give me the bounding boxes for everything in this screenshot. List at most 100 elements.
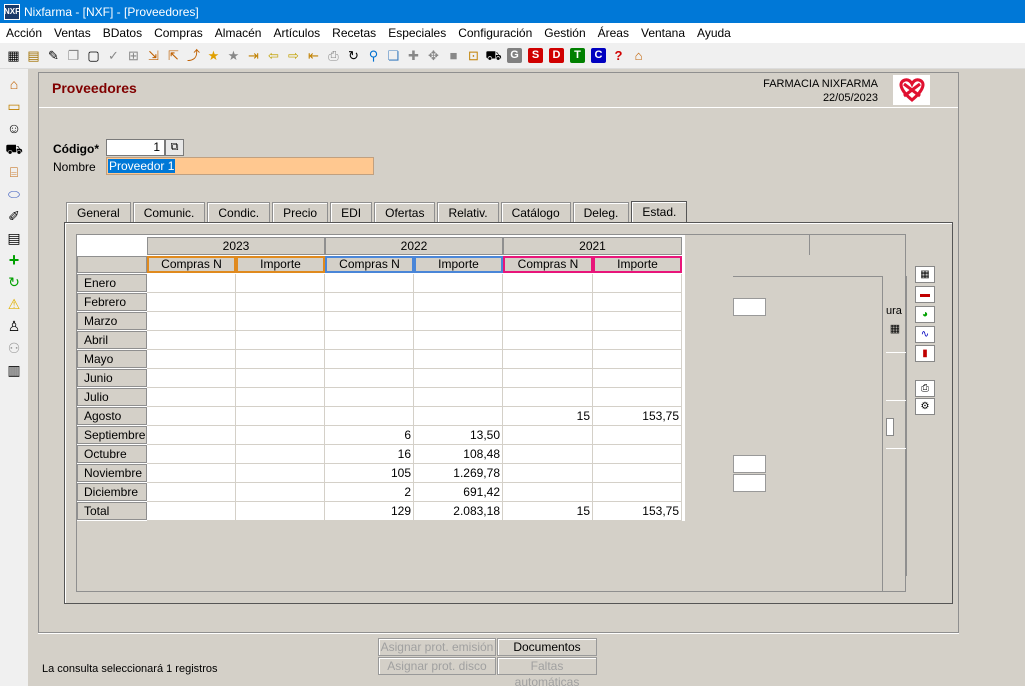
help-icon[interactable]: ? [609, 46, 628, 65]
g-button-icon[interactable]: G [507, 48, 522, 63]
column-header[interactable]: Compras N [147, 256, 236, 273]
windows-icon[interactable]: ❏ [384, 46, 403, 65]
home-icon[interactable]: ⌂ [629, 46, 648, 65]
name-field[interactable]: Proveedor 1 [106, 157, 374, 175]
tab-7[interactable]: Catálogo [500, 202, 571, 222]
tab-2[interactable]: Condic. [207, 202, 271, 222]
row-header[interactable]: Mayo [77, 350, 147, 368]
user-icon[interactable]: ☺ [0, 117, 28, 139]
menu-item-9[interactable]: Gestión [538, 26, 591, 40]
pill-icon[interactable]: ⬭ [0, 183, 28, 205]
barcode-icon[interactable]: ▥ [0, 359, 28, 381]
row-header[interactable]: Marzo [77, 312, 147, 330]
code-field[interactable]: 1 [106, 139, 165, 156]
warning-icon[interactable]: ⚠ [0, 293, 28, 315]
menu-item-8[interactable]: Configuración [452, 26, 538, 40]
value-box-1[interactable] [733, 298, 766, 316]
grid-icon[interactable]: ▦ [4, 46, 23, 65]
plus-icon[interactable]: + [0, 249, 28, 271]
person-icon[interactable]: ♙ [0, 315, 28, 337]
value-box-2[interactable] [733, 455, 766, 473]
database-icon[interactable]: ⊞ [124, 46, 143, 65]
tab-4[interactable]: EDI [330, 202, 373, 222]
tab-3[interactable]: Precio [272, 202, 329, 222]
row-header[interactable]: Abril [77, 331, 147, 349]
row-header[interactable]: Octubre [77, 445, 147, 463]
menu-item-2[interactable]: BDatos [97, 26, 148, 40]
tab-8[interactable]: Deleg. [572, 202, 630, 222]
edit-document-icon[interactable]: ✎ [44, 46, 63, 65]
tab-6[interactable]: Relativ. [437, 202, 499, 222]
bar-chart-horizontal-icon[interactable]: ▬ [915, 286, 935, 303]
tab-1[interactable]: Comunic. [132, 202, 206, 222]
row-header[interactable]: Junio [77, 369, 147, 387]
shopping-cart-icon[interactable]: ⛟ [0, 139, 28, 161]
arrow-right-icon[interactable]: ⇨ [284, 46, 303, 65]
row-header[interactable]: Julio [77, 388, 147, 406]
menu-item-12[interactable]: Ayuda [691, 26, 737, 40]
menu-item-10[interactable]: Áreas [592, 26, 635, 40]
refresh-icon[interactable]: ↻ [344, 46, 363, 65]
cart-icon[interactable]: ⛟ [484, 46, 503, 65]
lookup-button[interactable]: ⧉ [165, 139, 184, 156]
check-document-icon[interactable]: ✓ [104, 46, 123, 65]
bar-chart-icon[interactable]: ▮ [915, 345, 935, 362]
assign-disk-button[interactable]: Asignar prot. disco [378, 657, 496, 675]
c-button-icon[interactable]: C [591, 48, 606, 63]
tab-0[interactable]: General [66, 202, 131, 222]
menu-item-0[interactable]: Acción [0, 26, 48, 40]
star-outline-icon[interactable]: ★ [224, 46, 243, 65]
tools-icon[interactable]: ✚ [404, 46, 423, 65]
column-header[interactable]: Importe [593, 256, 682, 273]
row-header[interactable]: Septiembre [77, 426, 147, 444]
t-button-icon[interactable]: T [570, 48, 585, 63]
copy-icon[interactable]: ❐ [64, 46, 83, 65]
star-icon[interactable]: ★ [204, 46, 223, 65]
exit-icon[interactable]: ⇥ [244, 46, 263, 65]
export-icon[interactable]: ⇲ [144, 46, 163, 65]
line-chart-icon[interactable]: ∿ [915, 326, 935, 343]
print-icon[interactable]: ⎙ [324, 46, 343, 65]
menu-item-3[interactable]: Compras [148, 26, 209, 40]
assign-emission-button[interactable]: Asignar prot. emisión [378, 638, 496, 656]
menu-item-1[interactable]: Ventas [48, 26, 97, 40]
syringe-icon[interactable]: ✐ [0, 205, 28, 227]
tab-9[interactable]: Estad. [631, 201, 688, 222]
value-box-3[interactable] [733, 474, 766, 492]
s-button-icon[interactable]: S [528, 48, 543, 63]
row-header[interactable]: Enero [77, 274, 147, 292]
arrow-left-icon[interactable]: ⇦ [264, 46, 283, 65]
row-header[interactable]: Noviembre [77, 464, 147, 482]
menu-item-7[interactable]: Especiales [382, 26, 452, 40]
location-pin-icon[interactable]: ⚲ [364, 46, 383, 65]
column-header[interactable]: Compras N [325, 256, 414, 273]
shortcut-icon[interactable]: ⤴ [184, 46, 203, 65]
pie-chart-icon[interactable]: ◕ [915, 306, 935, 323]
print-preview-icon[interactable]: ⎙ [915, 380, 935, 397]
d-button-icon[interactable]: D [549, 48, 564, 63]
enter-icon[interactable]: ⇤ [304, 46, 323, 65]
row-header[interactable]: Total [77, 502, 147, 520]
group-icon[interactable]: ⚇ [0, 337, 28, 359]
column-header[interactable]: Importe [414, 256, 503, 273]
open-folder-icon[interactable]: ⊡ [464, 46, 483, 65]
menu-item-11[interactable]: Ventana [635, 26, 691, 40]
auto-missing-button[interactable]: Faltas automáticas [497, 657, 597, 686]
stop-icon[interactable]: ■ [444, 46, 463, 65]
row-header[interactable]: Diciembre [77, 483, 147, 501]
recycle-icon[interactable]: ↻ [0, 271, 28, 293]
pharmacy-icon[interactable]: ⌂ [0, 73, 28, 95]
print-settings-icon[interactable]: ⚙ [915, 398, 935, 415]
card-icon[interactable]: ▭ [0, 95, 28, 117]
puzzle-icon[interactable]: ✥ [424, 46, 443, 65]
column-header[interactable]: Importe [236, 256, 325, 273]
factory-icon[interactable]: ⌸ [0, 161, 28, 183]
row-header[interactable]: Febrero [77, 293, 147, 311]
tab-5[interactable]: Ofertas [374, 202, 436, 222]
scroll-thumb[interactable] [886, 418, 894, 436]
document-icon[interactable]: ▤ [24, 46, 43, 65]
menu-item-6[interactable]: Recetas [326, 26, 382, 40]
menu-item-4[interactable]: Almacén [209, 26, 268, 40]
import-icon[interactable]: ⇱ [164, 46, 183, 65]
row-header[interactable]: Agosto [77, 407, 147, 425]
